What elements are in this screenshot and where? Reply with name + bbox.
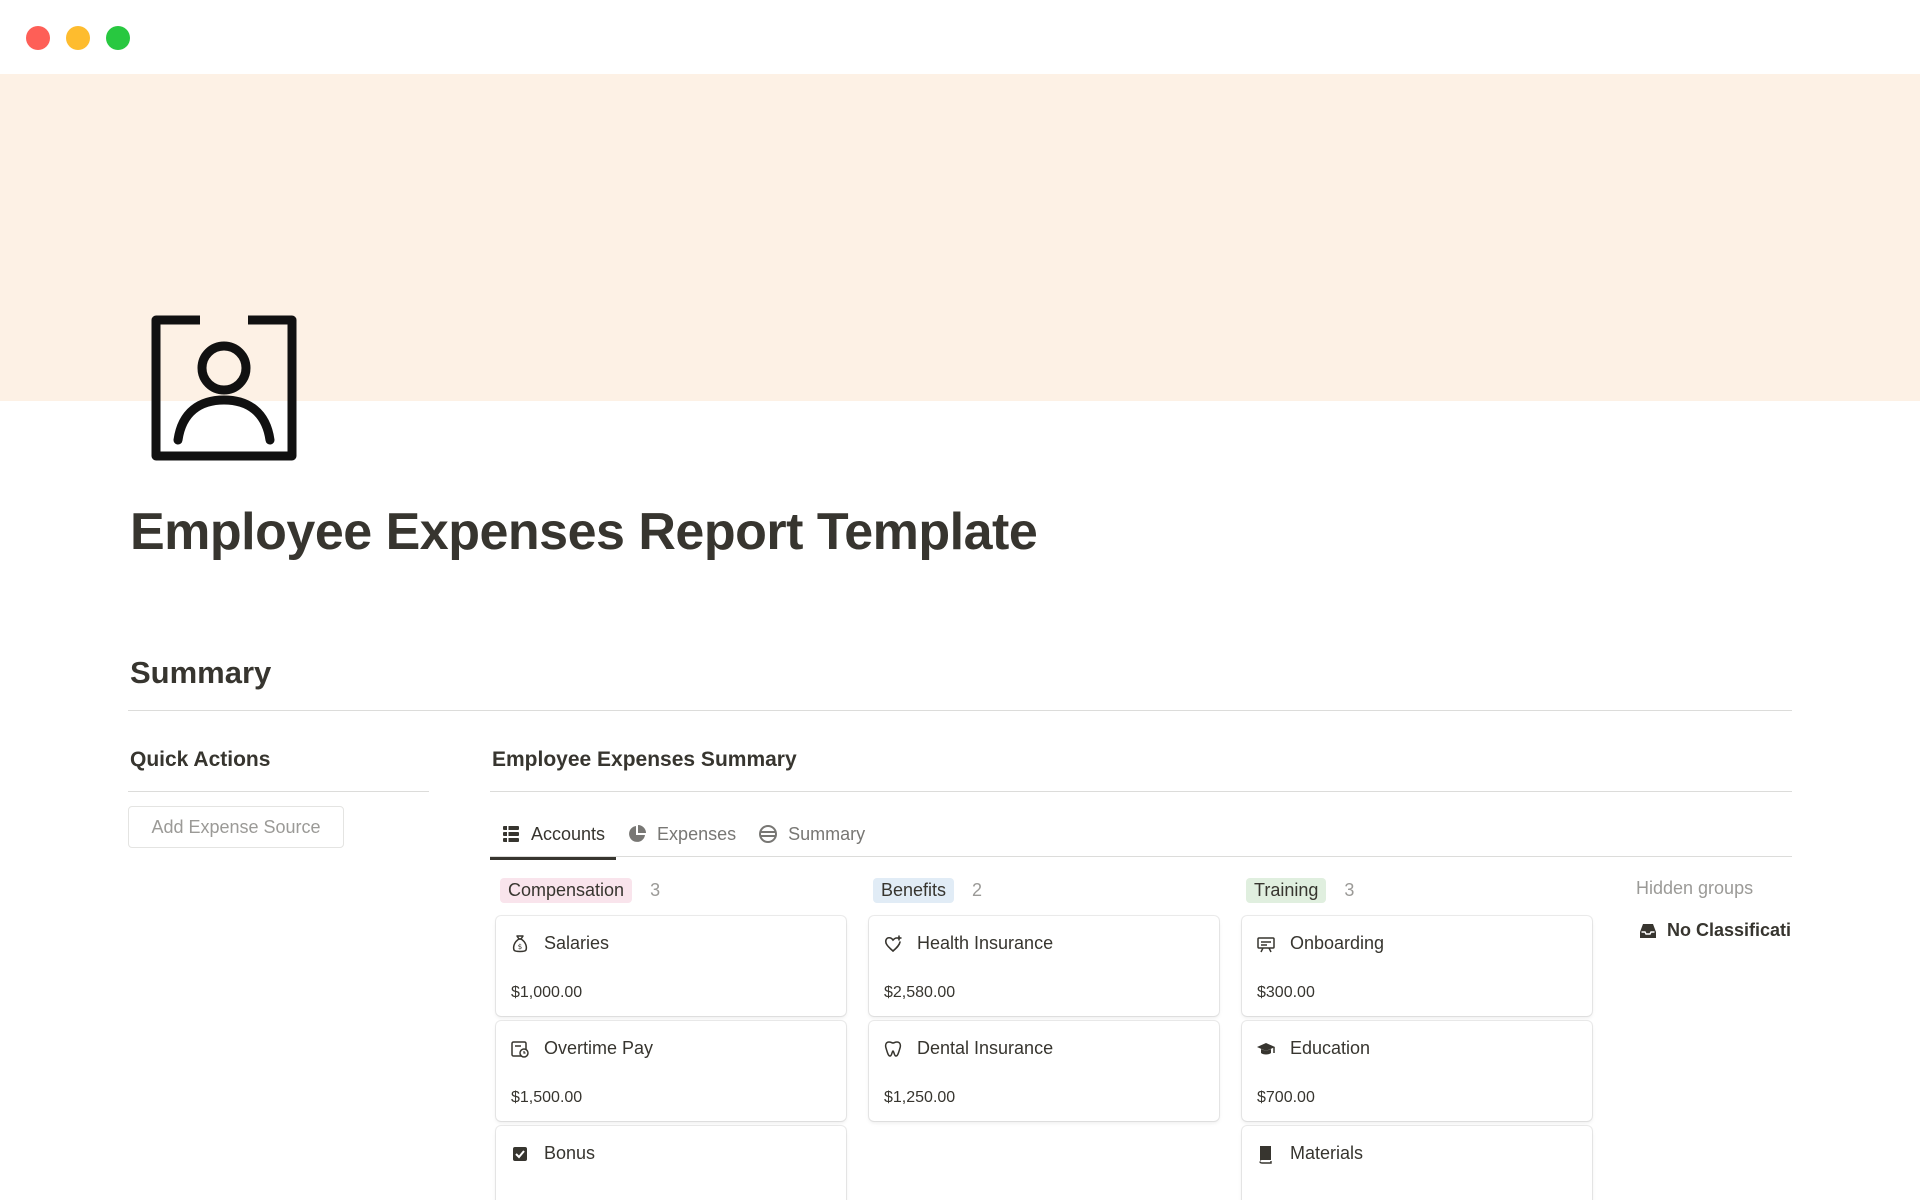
card-education[interactable]: Education $700.00: [1242, 1021, 1592, 1121]
quick-actions-heading: Quick Actions: [130, 748, 271, 771]
summary-divider: [128, 710, 1792, 711]
card-amount: $2,580.00: [884, 984, 956, 1001]
card-onboarding[interactable]: Onboarding $300.00: [1242, 916, 1592, 1016]
quick-actions-divider: [128, 791, 429, 792]
group-tag: Compensation: [500, 877, 633, 903]
tab-accounts[interactable]: Accounts: [490, 810, 617, 860]
tab-label: Summary: [788, 823, 866, 844]
table-icon: [503, 826, 519, 842]
card-salaries[interactable]: $ Salaries $1,000.00: [496, 916, 846, 1016]
board-heading: Employee Expenses Summary: [492, 748, 797, 771]
dollar-globe-icon: [759, 825, 778, 843]
inbox-icon: [1640, 923, 1656, 938]
card-amount: $300.00: [1257, 984, 1315, 1001]
heart-plus-icon: [884, 935, 902, 952]
maximize-window-button[interactable]: [106, 26, 130, 50]
hidden-group-label: No Classificati: [1667, 920, 1792, 940]
card-amount: $1,000.00: [511, 984, 583, 1001]
card-amount: $1,250.00: [884, 1089, 956, 1106]
group-tag: Training: [1246, 877, 1327, 903]
contact-card-icon[interactable]: [148, 312, 300, 464]
card-amount: $700.00: [1257, 1089, 1315, 1106]
card-title: Education: [1290, 1038, 1371, 1058]
card-materials[interactable]: Materials: [1242, 1126, 1592, 1200]
card-overtime-pay[interactable]: Overtime Pay $1,500.00: [496, 1021, 846, 1121]
card-amount: $1,500.00: [511, 1089, 583, 1106]
card-title: Salaries: [544, 933, 610, 953]
group-count: 3: [650, 879, 661, 900]
card-dental-insurance[interactable]: Dental Insurance $1,250.00: [869, 1021, 1219, 1121]
view-tabs: Accounts Expenses Summary: [490, 810, 876, 860]
close-window-button[interactable]: [26, 26, 50, 50]
group-count: 2: [972, 879, 983, 900]
hidden-groups-label: Hidden groups: [1636, 878, 1754, 898]
window-titlebar: [0, 0, 1920, 74]
tab-label: Accounts: [531, 823, 606, 844]
card-bonus[interactable]: Bonus: [496, 1126, 846, 1200]
tab-expenses[interactable]: Expenses: [616, 810, 747, 858]
card-title: Onboarding: [1290, 933, 1385, 953]
tooth-icon: [884, 1040, 902, 1057]
group-header-benefits[interactable]: Benefits 2: [873, 876, 982, 904]
minimize-window-button[interactable]: [66, 26, 90, 50]
tab-label: Expenses: [657, 823, 737, 844]
tabs-divider: [490, 856, 1792, 857]
add-expense-source-button[interactable]: Add Expense Source: [128, 806, 344, 848]
graduation-cap-icon: [1257, 1042, 1275, 1054]
card-health-insurance[interactable]: Health Insurance $2,580.00: [869, 916, 1219, 1016]
group-tag: Benefits: [873, 877, 955, 903]
money-bag-icon: $: [512, 934, 528, 952]
card-title: Health Insurance: [917, 933, 1054, 953]
pie-chart-icon: [629, 825, 647, 842]
summary-heading: Summary: [130, 655, 272, 690]
card-title: Materials: [1290, 1143, 1364, 1163]
group-header-training[interactable]: Training 3: [1246, 876, 1354, 904]
group-count: 3: [1344, 879, 1355, 900]
card-title: Bonus: [544, 1143, 596, 1163]
card-title: Dental Insurance: [917, 1038, 1054, 1058]
checkbox-icon: [513, 1146, 527, 1161]
card-title: Overtime Pay: [544, 1038, 654, 1058]
book-icon: [1259, 1145, 1272, 1164]
page-title[interactable]: Employee Expenses Report Template: [130, 502, 1038, 562]
timesheet-icon: [511, 1040, 529, 1058]
svg-text:$: $: [518, 943, 522, 951]
group-header-compensation[interactable]: Compensation 3: [500, 876, 660, 904]
presentation-icon: [1257, 936, 1275, 952]
hidden-group-no-classification[interactable]: No Classificati: [1638, 920, 1794, 941]
tab-summary[interactable]: Summary: [747, 810, 876, 858]
board-divider: [490, 791, 1792, 792]
